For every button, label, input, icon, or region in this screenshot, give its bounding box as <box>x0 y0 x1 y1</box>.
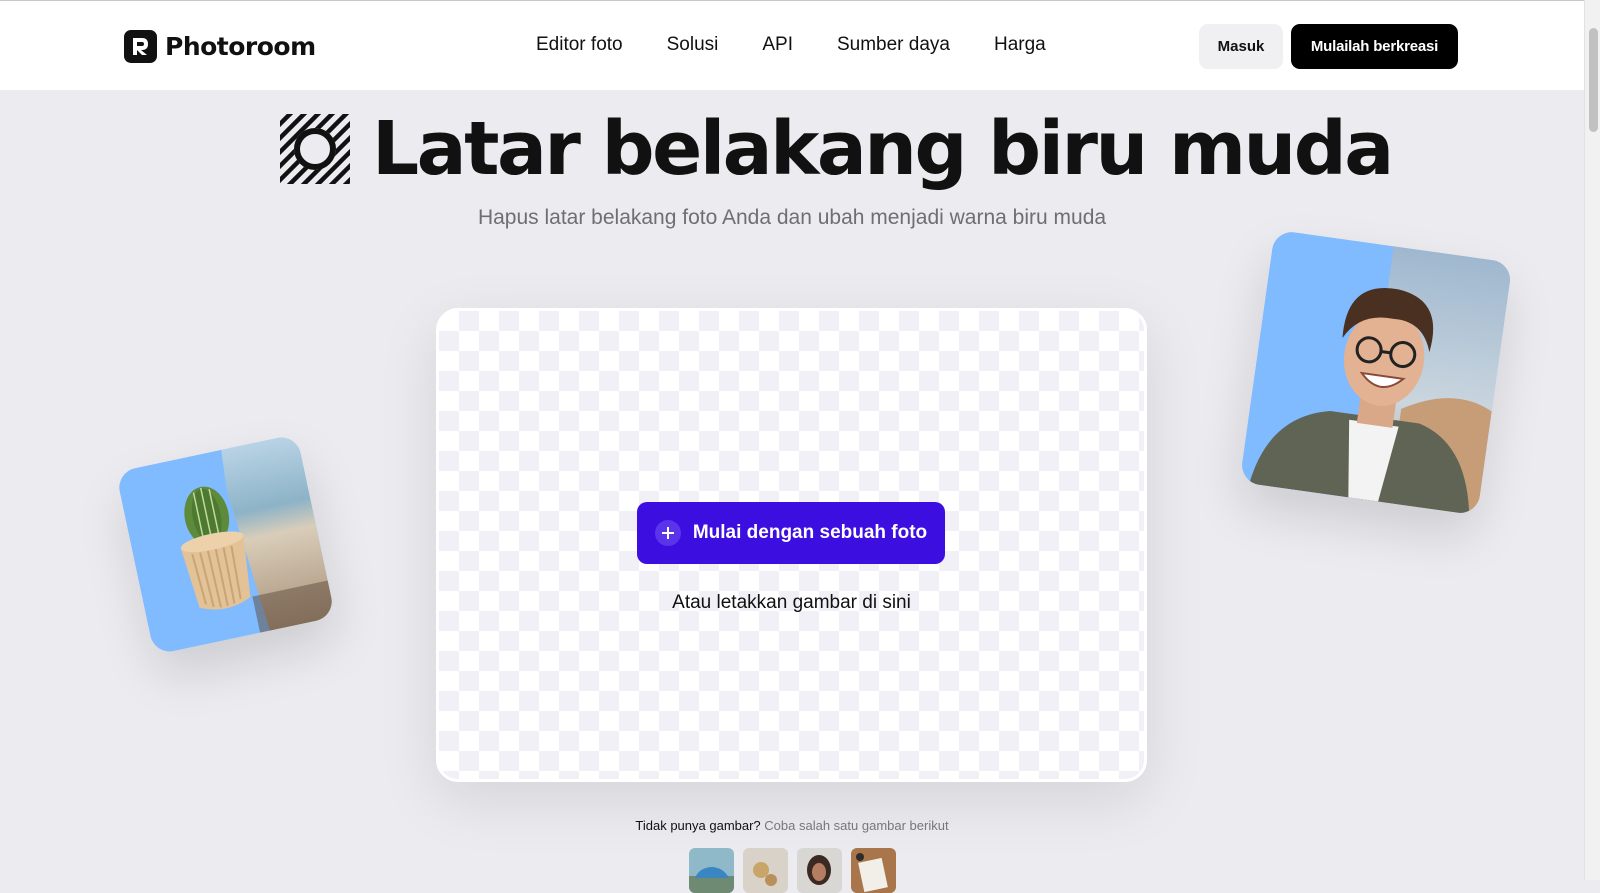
hero-heading: Latar belakang biru muda <box>280 104 1394 194</box>
nav-item-resources[interactable]: Sumber daya <box>837 34 950 56</box>
drop-hint-text: Atau letakkan gambar di sini <box>672 592 911 613</box>
upload-button-label: Mulai dengan sebuah foto <box>692 522 928 543</box>
nav-item-photo-editor[interactable]: Editor foto <box>536 34 623 56</box>
login-button[interactable]: Masuk <box>1199 24 1283 69</box>
main-nav: Editor foto Solusi API Sumber daya Harga <box>536 34 1090 56</box>
plus-icon <box>654 520 681 546</box>
sample-image-car[interactable] <box>689 848 734 893</box>
sample-prompt-question: Tidak punya gambar? <box>635 818 761 833</box>
sample-image-object[interactable] <box>743 848 788 893</box>
example-cactus-image <box>115 433 336 656</box>
example-portrait-image <box>1239 229 1513 516</box>
site-header: Photoroom Editor foto Solusi API Sumber … <box>0 1 1584 90</box>
nav-item-pricing[interactable]: Harga <box>994 34 1046 56</box>
start-creating-button[interactable]: Mulailah berkreasi <box>1291 24 1458 69</box>
page-scrollbar[interactable] <box>1584 0 1600 880</box>
upload-photo-button[interactable]: Mulai dengan sebuah foto <box>637 502 945 564</box>
sample-images-row <box>689 848 896 893</box>
photoroom-logo-icon <box>124 29 157 63</box>
nav-item-solutions[interactable]: Solusi <box>667 34 719 56</box>
sample-prompt-link[interactable]: Coba salah satu gambar berikut <box>764 818 948 833</box>
page-title: Latar belakang biru muda <box>372 106 1394 192</box>
nav-item-api[interactable]: API <box>762 34 793 56</box>
scrollbar-thumb[interactable] <box>1589 28 1598 132</box>
sample-images-prompt: Tidak punya gambar? Coba salah satu gamb… <box>0 818 1584 833</box>
sample-image-portrait[interactable] <box>797 848 842 893</box>
background-pattern-icon <box>280 114 350 184</box>
sample-image-desk[interactable] <box>851 848 896 893</box>
page-subtitle: Hapus latar belakang foto Anda dan ubah … <box>477 206 1107 229</box>
brand-name: Photoroom <box>165 31 316 61</box>
brand-logo[interactable]: Photoroom <box>124 29 316 63</box>
